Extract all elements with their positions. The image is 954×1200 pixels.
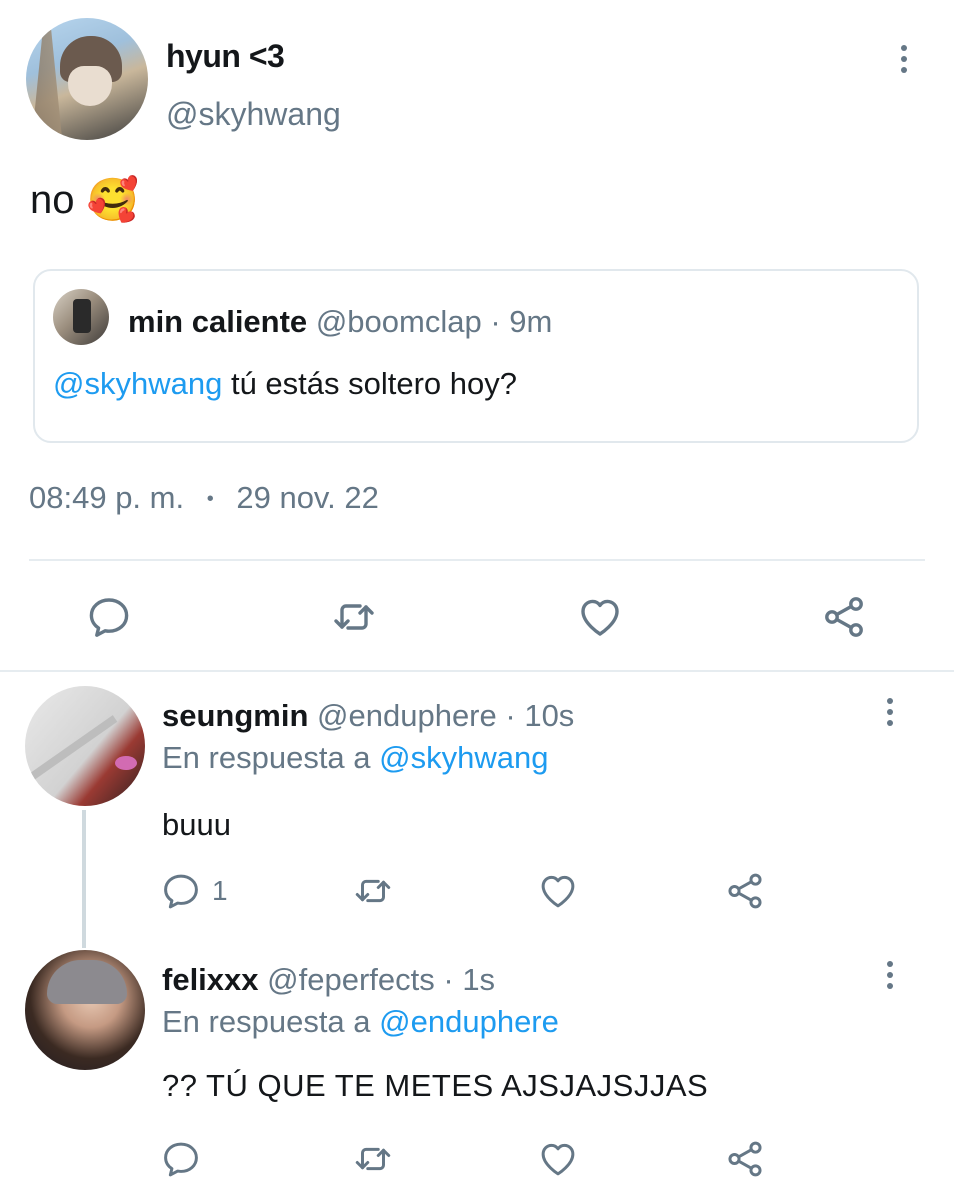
tweet-timestamp[interactable]: 08:49 p. m. • 29 nov. 22 bbox=[29, 480, 379, 516]
tweet-date: 29 nov. 22 bbox=[236, 480, 379, 515]
reply-button[interactable]: 1 bbox=[160, 870, 228, 912]
reply-text: ?? TÚ QUE TE METES AJSJAJSJJAS bbox=[162, 1068, 709, 1103]
retweet-button[interactable] bbox=[352, 870, 394, 912]
tweet-text: no 🥰 bbox=[30, 176, 139, 225]
tweet-text-body: no bbox=[30, 178, 75, 222]
share-button[interactable] bbox=[724, 870, 766, 912]
more-vertical-icon[interactable] bbox=[901, 45, 907, 73]
like-icon bbox=[537, 1138, 579, 1180]
tweet-time: 08:49 p. m. bbox=[29, 480, 185, 515]
share-icon bbox=[820, 593, 868, 641]
reply-dot: · bbox=[443, 962, 454, 997]
quoted-text-body: tú estás soltero hoy? bbox=[230, 366, 518, 401]
author-display-name[interactable]: hyun <3 bbox=[166, 38, 285, 75]
quoted-mention-link[interactable]: @skyhwang bbox=[53, 366, 222, 401]
reply-author-avatar[interactable] bbox=[25, 950, 145, 1070]
reply-handle[interactable]: @enduphere bbox=[317, 698, 497, 733]
smiling-face-hearts-icon: 🥰 bbox=[86, 176, 139, 223]
retweet-icon bbox=[352, 1138, 394, 1180]
share-icon bbox=[724, 1138, 766, 1180]
reply-context: En respuesta a @skyhwang bbox=[162, 740, 548, 776]
reply-dot: · bbox=[505, 698, 516, 733]
retweet-button[interactable] bbox=[352, 1138, 394, 1180]
share-icon bbox=[724, 870, 766, 912]
reply-text: buuu bbox=[162, 807, 231, 842]
divider bbox=[0, 670, 954, 672]
retweet-button[interactable] bbox=[330, 593, 378, 641]
quoted-age: 9m bbox=[509, 304, 553, 339]
quoted-author-avatar bbox=[53, 289, 109, 345]
quoted-dot: · bbox=[490, 304, 501, 339]
quoted-handle: @boomclap bbox=[315, 304, 482, 339]
more-vertical-icon[interactable] bbox=[887, 961, 893, 989]
quoted-display-name: min caliente bbox=[128, 304, 308, 339]
quoted-tweet-header: min caliente @boomclap · 9m bbox=[128, 304, 552, 340]
quoted-tweet-card[interactable] bbox=[33, 269, 919, 443]
timestamp-separator: • bbox=[206, 488, 214, 511]
quoted-tweet-text: @skyhwang tú estás soltero hoy? bbox=[53, 366, 517, 402]
like-icon bbox=[537, 870, 579, 912]
reply-header: seungmin @enduphere · 10s bbox=[162, 698, 574, 734]
share-button[interactable] bbox=[724, 1138, 766, 1180]
like-button[interactable] bbox=[576, 593, 624, 641]
reply-icon bbox=[85, 593, 133, 641]
reply-handle[interactable]: @feperfects bbox=[267, 962, 435, 997]
like-button[interactable] bbox=[537, 870, 579, 912]
reply-author-avatar[interactable] bbox=[25, 686, 145, 806]
reply-to-label: En respuesta a bbox=[162, 740, 371, 775]
reply-to-link[interactable]: @skyhwang bbox=[379, 740, 548, 775]
reply-button[interactable] bbox=[85, 593, 133, 641]
reply-button[interactable] bbox=[160, 1138, 202, 1180]
reply-age: 1s bbox=[462, 962, 496, 997]
reply-to-link[interactable]: @enduphere bbox=[379, 1004, 559, 1039]
author-handle[interactable]: @skyhwang bbox=[166, 96, 341, 133]
like-icon bbox=[576, 593, 624, 641]
reply-display-name[interactable]: seungmin bbox=[162, 698, 308, 733]
thread-connector bbox=[82, 810, 86, 948]
reply-count: 1 bbox=[212, 875, 228, 906]
reply-header: felixxx @feperfects · 1s bbox=[162, 962, 495, 998]
reply-context: En respuesta a @enduphere bbox=[162, 1004, 559, 1040]
divider bbox=[29, 559, 925, 561]
reply-icon bbox=[160, 1138, 202, 1180]
reply-display-name[interactable]: felixxx bbox=[162, 962, 259, 997]
reply-icon bbox=[160, 870, 202, 912]
retweet-icon bbox=[330, 593, 378, 641]
reply-to-label: En respuesta a bbox=[162, 1004, 371, 1039]
share-button[interactable] bbox=[820, 593, 868, 641]
author-avatar[interactable] bbox=[26, 18, 148, 140]
retweet-icon bbox=[352, 870, 394, 912]
more-vertical-icon[interactable] bbox=[887, 698, 893, 726]
like-button[interactable] bbox=[537, 1138, 579, 1180]
reply-age: 10s bbox=[524, 698, 575, 733]
